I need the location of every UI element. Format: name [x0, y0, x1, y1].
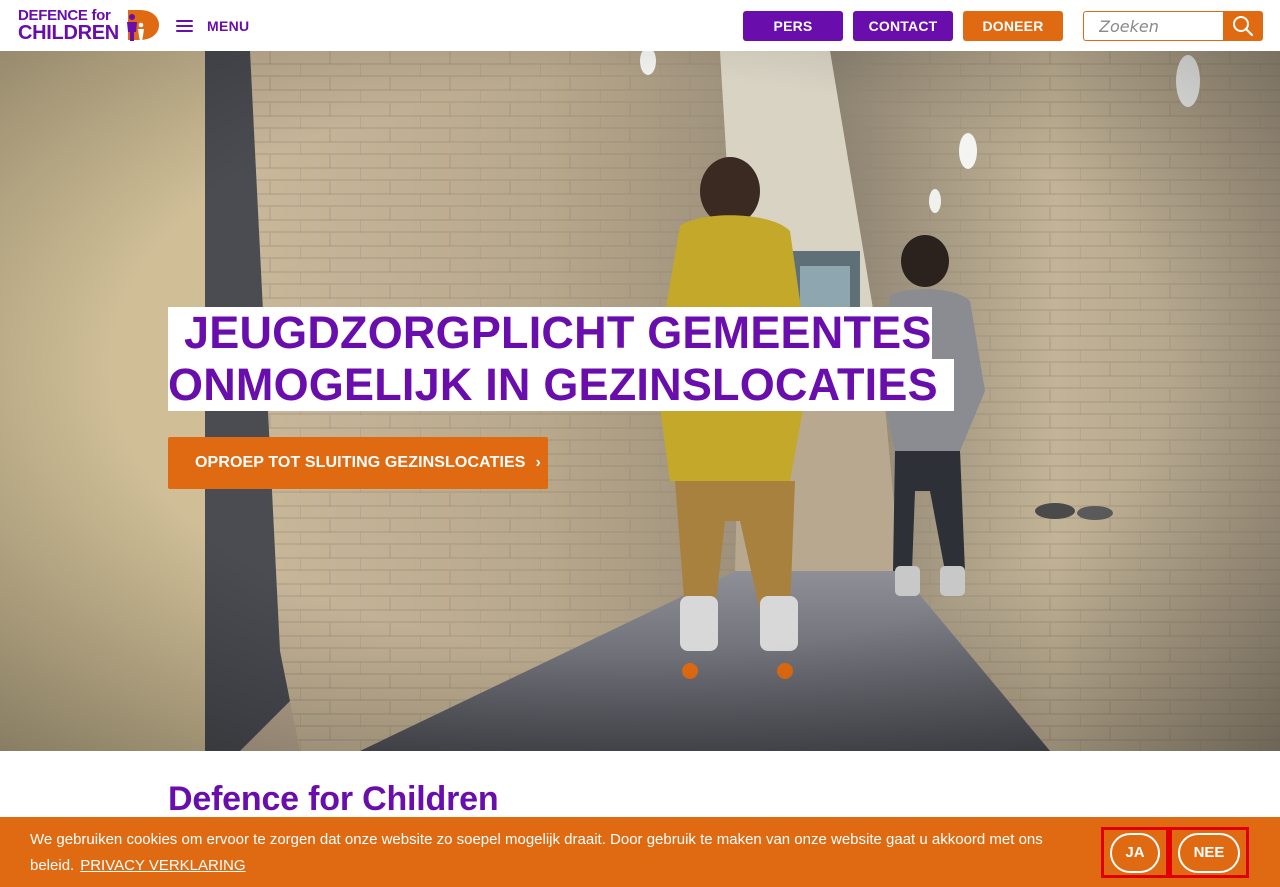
search-input[interactable] — [1083, 11, 1224, 41]
search-icon — [1233, 16, 1254, 37]
pers-button[interactable]: PERS — [743, 11, 843, 41]
cookie-banner: We gebruiken cookies om ervoor te zorgen… — [0, 817, 1280, 887]
cta-button[interactable]: OPROEP TOT SLUITING GEZINSLOCATIES › — [168, 437, 548, 489]
section-title: Defence for Children — [168, 780, 499, 818]
contact-button[interactable]: CONTACT — [853, 11, 953, 41]
logo-line-2: CHILDREN — [18, 22, 119, 44]
hero-headline: JEUGDZORGPLICHT GEMEENTES ONMOGELIJK IN … — [168, 307, 954, 411]
headline-line-1: JEUGDZORGPLICHT GEMEENTES — [168, 307, 932, 359]
menu-button[interactable]: MENU — [176, 14, 249, 38]
site-logo[interactable]: DEFENCE for CHILDREN — [18, 8, 160, 44]
privacy-link[interactable]: PRIVACY VERKLARING — [80, 857, 245, 874]
hero-banner: JEUGDZORGPLICHT GEMEENTES ONMOGELIJK IN … — [0, 51, 1280, 751]
site-header: DEFENCE for CHILDREN MENU PERS CONTACT D… — [0, 0, 1280, 51]
search-form — [1083, 11, 1263, 41]
headline-line-2: ONMOGELIJK IN GEZINSLOCATIES — [168, 359, 954, 411]
hamburger-icon — [176, 19, 193, 33]
decline-cookies-button[interactable]: NEE — [1178, 832, 1240, 873]
logo-wordmark: DEFENCE for CHILDREN — [18, 8, 119, 44]
cookie-message: We gebruiken cookies om ervoor te zorgen… — [30, 827, 1060, 879]
accept-cookies-button[interactable]: JA — [1110, 832, 1160, 873]
accept-button-highlight: JA — [1101, 827, 1169, 878]
search-button[interactable] — [1223, 11, 1263, 41]
menu-label: MENU — [207, 18, 250, 34]
decline-button-highlight: NEE — [1169, 827, 1249, 878]
chevron-right-icon: › — [535, 454, 541, 471]
doneer-button[interactable]: DONEER — [963, 11, 1063, 41]
logo-mark-icon — [127, 10, 159, 41]
cta-label: OPROEP TOT SLUITING GEZINSLOCATIES — [195, 454, 526, 471]
